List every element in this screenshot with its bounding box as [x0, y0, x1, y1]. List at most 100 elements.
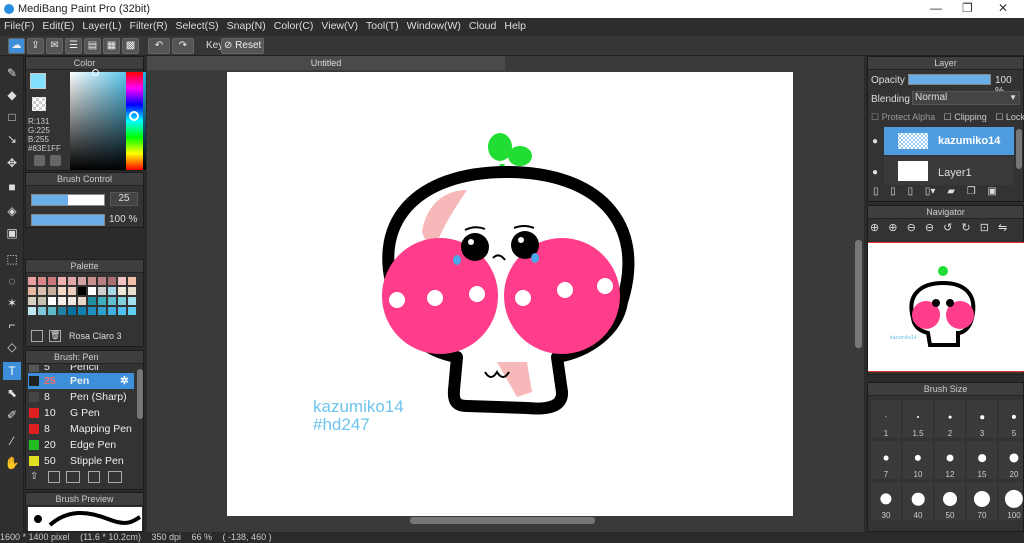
redo-icon[interactable]: ↷ — [172, 38, 194, 54]
layer-row-layer1[interactable]: Layer1 — [884, 157, 1014, 185]
palette-swatch[interactable] — [78, 287, 86, 295]
palette-swatch[interactable] — [58, 307, 66, 315]
brush-tool-icon[interactable]: ✎ — [3, 64, 21, 82]
palette-swatch[interactable] — [28, 277, 36, 285]
palette-swatch[interactable] — [68, 307, 76, 315]
menu-help[interactable]: Help — [500, 18, 530, 36]
palette-swatch[interactable] — [118, 297, 126, 305]
menu-tool[interactable]: Tool(T) — [362, 18, 403, 36]
layer-visibility-icon[interactable]: ● — [872, 136, 878, 147]
layer-list-scrollbar[interactable] — [1016, 129, 1022, 169]
horizontal-scrollbar[interactable] — [410, 517, 595, 524]
protect-alpha-checkbox[interactable]: ☐ Protect Alpha — [871, 112, 935, 122]
gradient-tool-icon[interactable]: ▣ — [3, 224, 21, 242]
brush-opacity-slider[interactable] — [31, 214, 105, 226]
divide-tool-icon[interactable]: ✐ — [3, 406, 21, 424]
brush-size-option[interactable]: 15 — [967, 441, 997, 479]
brush-copy-icon[interactable] — [48, 471, 60, 483]
palette-icon[interactable] — [34, 155, 45, 166]
text-tool-icon[interactable]: T — [3, 362, 21, 380]
palette-swatch[interactable] — [98, 307, 106, 315]
upload-icon[interactable]: ⇪ — [27, 38, 44, 54]
blending-select[interactable]: Normal ▼ — [912, 91, 1020, 105]
brush-item-edge-pen[interactable]: 20 Edge Pen — [28, 437, 134, 453]
lock-checkbox[interactable]: ☐ Lock — [995, 112, 1024, 122]
palette-swatch[interactable] — [88, 307, 96, 315]
hue-slider-handle[interactable] — [129, 111, 139, 121]
chat-icon[interactable]: ☰ — [65, 38, 82, 54]
select-eraser-icon[interactable]: ◇ — [3, 338, 21, 356]
brush-item-pen-sharp[interactable]: 8 Pen (Sharp) — [28, 389, 134, 405]
magic-wand-icon[interactable]: ✶ — [3, 294, 21, 312]
menu-color[interactable]: Color(C) — [270, 18, 318, 36]
menu-select[interactable]: Select(S) — [171, 18, 222, 36]
palette-swatch[interactable] — [128, 287, 136, 295]
palette-swatch[interactable] — [118, 277, 126, 285]
brush-size-option[interactable]: 1.5 — [903, 400, 933, 438]
brush-size-option[interactable]: 2 — [935, 400, 965, 438]
brush-item-stipple-pen[interactable]: 50 Stipple Pen — [28, 453, 134, 467]
canvas-paper[interactable]: kazumiko14 #hd247 — [227, 72, 793, 516]
duplicate-layer-icon[interactable]: ▯ — [890, 186, 896, 197]
palette-swatch[interactable] — [38, 277, 46, 285]
brush-size-option[interactable]: 12 — [935, 441, 965, 479]
palette-swatch[interactable] — [38, 287, 46, 295]
new-layer-icon[interactable]: ▯ — [873, 186, 879, 197]
menu-edit[interactable]: Edit(E) — [38, 18, 78, 36]
menu-snap[interactable]: Snap(N) — [223, 18, 270, 36]
palette-swatch[interactable] — [118, 287, 126, 295]
zoom-reset-icon[interactable]: ⊖ — [925, 222, 934, 234]
hue-slider[interactable] — [126, 72, 143, 170]
palette-swatch[interactable] — [28, 307, 36, 315]
palette-swatch[interactable] — [28, 287, 36, 295]
rectangle-tool-icon[interactable]: □ — [3, 108, 21, 126]
zoom-fit-icon[interactable]: ⊕ — [870, 222, 879, 234]
palette-swatch[interactable] — [98, 277, 106, 285]
close-icon[interactable]: ✕ — [998, 1, 1008, 15]
layer-row-kazumiko14[interactable]: kazumiko14 — [884, 127, 1014, 155]
delete-palette-icon[interactable]: 🗑 — [49, 330, 61, 342]
brush-size-option[interactable]: 70 — [967, 482, 997, 520]
layer-menu-icon[interactable]: ▯▾ — [925, 186, 936, 197]
palette-swatch[interactable] — [78, 307, 86, 315]
palette-swatch[interactable] — [78, 297, 86, 305]
brush-size-option[interactable]: 100 — [999, 482, 1023, 520]
palette-swatch[interactable] — [108, 297, 116, 305]
palette-swatch[interactable] — [48, 307, 56, 315]
palette-swatch[interactable] — [68, 297, 76, 305]
palette-swatch[interactable] — [48, 287, 56, 295]
palette-swatch[interactable] — [108, 287, 116, 295]
menu-view[interactable]: View(V) — [317, 18, 362, 36]
fit-screen-icon[interactable]: ⊡ — [980, 222, 989, 234]
select-pen-icon[interactable]: ⌐ — [3, 316, 21, 334]
brush-size-option[interactable]: 5 — [999, 400, 1023, 438]
brush-list-scrollbar[interactable] — [137, 369, 143, 419]
document-tab[interactable]: Untitled — [147, 56, 505, 70]
palette-swatch[interactable] — [108, 277, 116, 285]
palette-swatch[interactable] — [88, 297, 96, 305]
color-picker-cursor[interactable] — [92, 69, 99, 76]
minimize-icon[interactable]: — — [930, 1, 942, 15]
layer-folder-icon[interactable]: ▰ — [947, 186, 955, 197]
menu-filter[interactable]: Filter(R) — [126, 18, 172, 36]
dot-tool-icon[interactable]: ↘ — [3, 130, 21, 148]
cloud-icon[interactable]: ☁ — [8, 38, 25, 54]
palette-swatch[interactable] — [38, 307, 46, 315]
document-icon[interactable]: ▤ — [84, 38, 101, 54]
menu-cloud[interactable]: Cloud — [465, 18, 500, 36]
brush-size-value[interactable]: 25 — [110, 192, 138, 206]
brush-size-option[interactable]: 20 — [999, 441, 1023, 479]
palette-swatch[interactable] — [68, 287, 76, 295]
palette-swatch[interactable] — [58, 277, 66, 285]
fill-rect-tool-icon[interactable]: ■ — [3, 178, 21, 196]
flip-icon[interactable]: ⇋ — [998, 222, 1007, 234]
reset-button[interactable]: ⊘ Reset — [221, 38, 264, 54]
brush-size-option[interactable]: 40 — [903, 482, 933, 520]
brush-folder-icon[interactable] — [108, 471, 122, 483]
palette-swatch[interactable] — [98, 297, 106, 305]
palette-swatch[interactable] — [108, 307, 116, 315]
layer-opacity-slider[interactable] — [908, 74, 991, 85]
foreground-color-swatch[interactable] — [30, 73, 46, 89]
palette-swatch[interactable] — [28, 297, 36, 305]
lasso-tool-icon[interactable]: ◌ — [3, 272, 21, 290]
